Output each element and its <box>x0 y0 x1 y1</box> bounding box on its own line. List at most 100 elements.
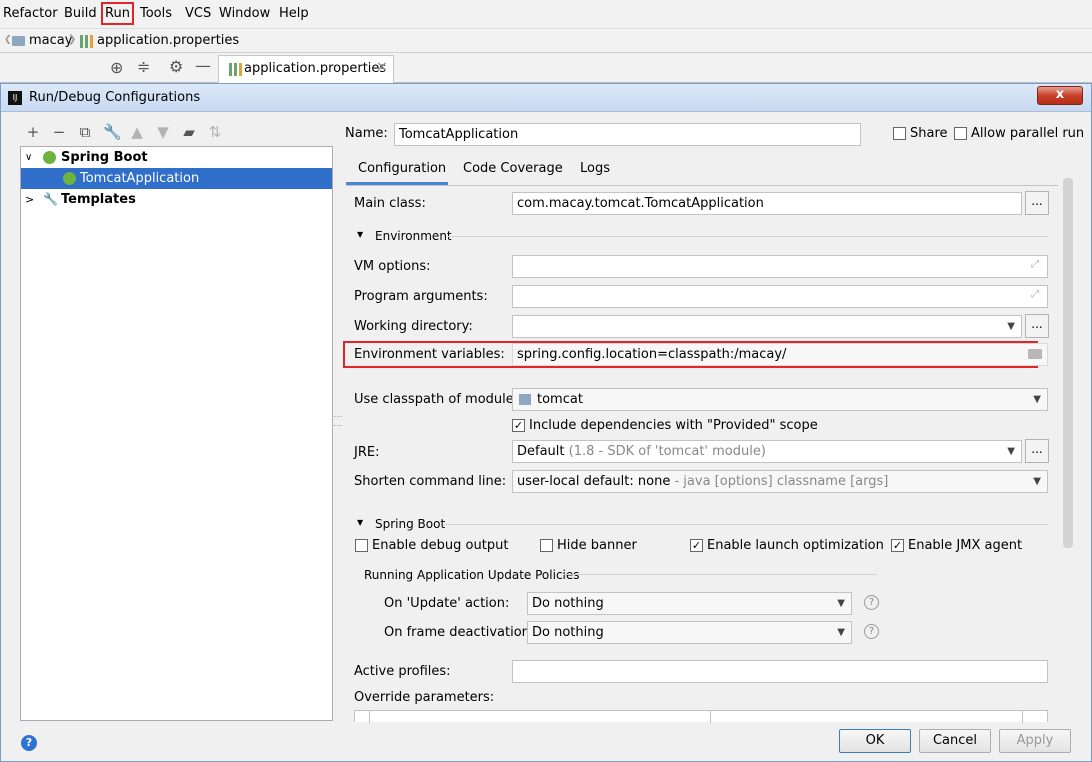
tree-item-templates[interactable]: > 🔧 Templates <box>21 189 332 210</box>
collapse-icon[interactable]: ≑ <box>137 57 150 76</box>
override-parameters-table[interactable] <box>354 710 1048 723</box>
jre-browse-button[interactable]: ... <box>1025 439 1049 463</box>
breadcrumb-project[interactable]: macay <box>29 33 72 48</box>
tab-code-coverage[interactable]: Code Coverage <box>463 161 563 176</box>
editor-tab-label: application.properties <box>244 61 387 76</box>
expand-arrow-icon[interactable]: ∨ <box>25 147 32 168</box>
include-dependencies-label: Include dependencies with "Provided" sco… <box>529 418 818 433</box>
environment-variables-label: Environment variables: <box>354 347 505 362</box>
move-down-icon[interactable]: ▼ <box>155 124 171 140</box>
name-input[interactable]: TomcatApplication <box>394 123 861 146</box>
chevron-down-icon: ▼ <box>1033 476 1041 487</box>
help-icon[interactable]: ? <box>864 624 879 639</box>
main-class-input[interactable]: com.macay.tomcat.TomcatApplication <box>512 192 1022 215</box>
working-directory-input[interactable]: ▼ <box>512 315 1022 338</box>
jre-select[interactable]: Default (1.8 - SDK of 'tomcat' module) ▼ <box>512 440 1022 463</box>
menu-vcs[interactable]: VCS <box>185 6 211 21</box>
ok-button[interactable]: OK <box>839 729 911 753</box>
hide-banner-checkbox[interactable] <box>540 539 553 552</box>
main-class-browse-button[interactable]: ... <box>1025 191 1049 215</box>
move-up-icon[interactable]: ▲ <box>129 124 145 140</box>
menu-window[interactable]: Window <box>219 6 270 21</box>
editor-tab[interactable]: application.properties × <box>218 55 394 83</box>
section-divider <box>563 574 877 575</box>
menu-tools[interactable]: Tools <box>140 6 172 21</box>
copy-icon[interactable]: ⧉ <box>77 124 93 140</box>
chevron-down-icon[interactable]: ▼ <box>1007 316 1015 337</box>
locate-icon[interactable]: ⊕ <box>110 58 123 77</box>
menu-run[interactable]: Run <box>101 2 134 25</box>
dialog-title: Run/Debug Configurations <box>29 90 201 105</box>
intellij-app-icon: IJ <box>8 91 22 105</box>
on-frame-label: On frame deactivation: <box>384 625 535 640</box>
shorten-command-select[interactable]: user-local default: none - java [options… <box>512 470 1048 493</box>
apply-button[interactable]: Apply <box>999 729 1071 753</box>
main-class-label: Main class: <box>354 196 426 211</box>
jre-hint: (1.8 - SDK of 'tomcat' module) <box>568 444 766 459</box>
add-icon[interactable]: + <box>25 124 41 140</box>
vm-options-label: VM options: <box>354 259 431 274</box>
tree-item-tomcat-application[interactable]: TomcatApplication <box>21 168 332 189</box>
enable-jmx-label: Enable JMX agent <box>908 538 1023 553</box>
environment-variables-input[interactable]: spring.config.location=classpath:/macay/ <box>512 343 1048 366</box>
properties-file-icon <box>80 35 93 48</box>
configurations-tree: ∨ Spring Boot TomcatApplication > 🔧 Temp… <box>20 146 333 721</box>
menu-build[interactable]: Build <box>64 6 97 21</box>
vm-options-input[interactable] <box>512 255 1048 278</box>
sort-icon[interactable]: ⇅ <box>207 124 223 140</box>
help-icon[interactable]: ? <box>21 735 37 751</box>
cancel-button[interactable]: Cancel <box>919 729 991 753</box>
enable-debug-checkbox[interactable] <box>355 539 368 552</box>
run-debug-dialog: IJ Run/Debug Configurations x + − ⧉ 🔧 ▲ … <box>0 83 1092 762</box>
wrench-icon[interactable]: 🔧 <box>103 124 122 140</box>
working-directory-browse-button[interactable]: ... <box>1025 314 1049 338</box>
expand-field-icon[interactable]: ⤢ <box>1031 289 1039 300</box>
jre-label: JRE: <box>354 445 380 460</box>
folder-icon[interactable] <box>1028 349 1042 359</box>
environment-section-title: Environment <box>375 229 452 243</box>
enable-jmx-checkbox[interactable]: ✓ <box>891 539 904 552</box>
collapse-section-icon[interactable]: ▼ <box>357 518 363 527</box>
help-icon[interactable]: ? <box>864 595 879 610</box>
splitter-handle[interactable]: ⋮⋮ <box>332 412 342 430</box>
include-dependencies-checkbox[interactable]: ✓ <box>512 419 525 432</box>
allow-parallel-checkbox[interactable] <box>954 127 967 140</box>
collapse-section-icon[interactable]: ▼ <box>357 230 363 239</box>
classpath-module-label: Use classpath of module: <box>354 392 519 407</box>
collapsed-arrow-icon[interactable]: > <box>25 189 34 210</box>
program-arguments-label: Program arguments: <box>354 289 488 304</box>
on-update-select[interactable]: Do nothing ▼ <box>527 592 852 615</box>
spring-boot-icon <box>43 151 56 164</box>
close-dialog-button[interactable]: x <box>1037 86 1083 105</box>
menu-help[interactable]: Help <box>279 6 309 21</box>
tree-item-spring-boot[interactable]: ∨ Spring Boot <box>21 147 332 168</box>
classpath-module-value: tomcat <box>537 392 583 407</box>
minimize-icon[interactable]: — <box>195 56 211 75</box>
close-tab-icon[interactable]: × <box>376 59 388 75</box>
form-scrollbar[interactable] <box>1063 178 1073 548</box>
new-folder-icon[interactable]: ▰ <box>181 124 197 140</box>
override-parameters-label: Override parameters: <box>354 690 495 705</box>
on-frame-select[interactable]: Do nothing ▼ <box>527 621 852 644</box>
spring-boot-icon <box>63 172 76 185</box>
enable-launch-label: Enable launch optimization <box>707 538 884 553</box>
properties-file-icon <box>229 63 242 76</box>
chevron-down-icon: ▼ <box>1007 446 1015 457</box>
remove-icon[interactable]: − <box>51 124 67 140</box>
program-arguments-input[interactable] <box>512 285 1048 308</box>
active-profiles-input[interactable] <box>512 660 1048 683</box>
shorten-command-label: Shorten command line: <box>354 474 507 489</box>
classpath-module-select[interactable]: tomcat ▼ <box>512 388 1048 411</box>
update-policies-title: Running Application Update Policies <box>364 568 580 582</box>
spring-boot-section-title: Spring Boot <box>375 517 446 531</box>
breadcrumb-file[interactable]: application.properties <box>97 33 239 48</box>
share-checkbox[interactable] <box>893 127 906 140</box>
tool-window-toolbar: ⊕ ≑ ⚙ — <box>0 53 1092 83</box>
tab-configuration[interactable]: Configuration <box>358 161 446 176</box>
enable-launch-checkbox[interactable]: ✓ <box>690 539 703 552</box>
menu-refactor[interactable]: Refactor <box>3 6 58 21</box>
chevron-left-icon: ❮ <box>4 35 12 45</box>
expand-field-icon[interactable]: ⤢ <box>1031 259 1039 270</box>
gear-icon[interactable]: ⚙ <box>169 57 183 76</box>
tab-logs[interactable]: Logs <box>580 161 610 176</box>
